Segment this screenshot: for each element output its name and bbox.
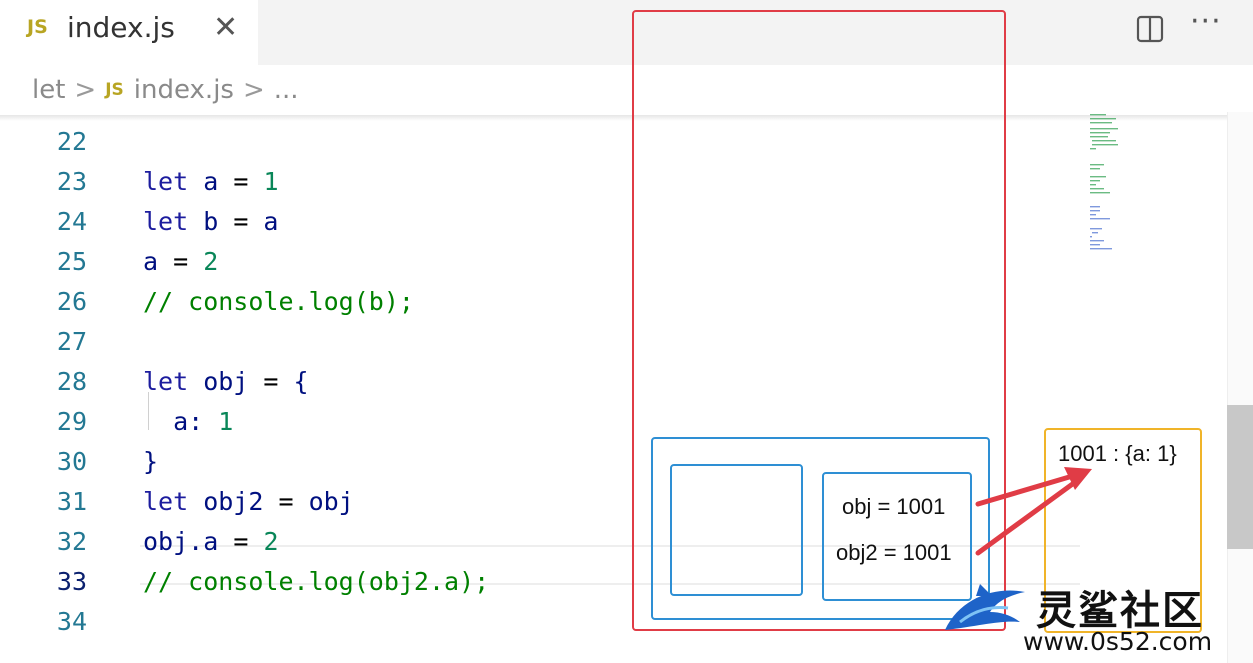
watermark-url: www.0s52.com bbox=[1023, 627, 1213, 656]
shark-logo-icon bbox=[945, 584, 1025, 630]
pointer-arrows bbox=[975, 467, 1092, 556]
